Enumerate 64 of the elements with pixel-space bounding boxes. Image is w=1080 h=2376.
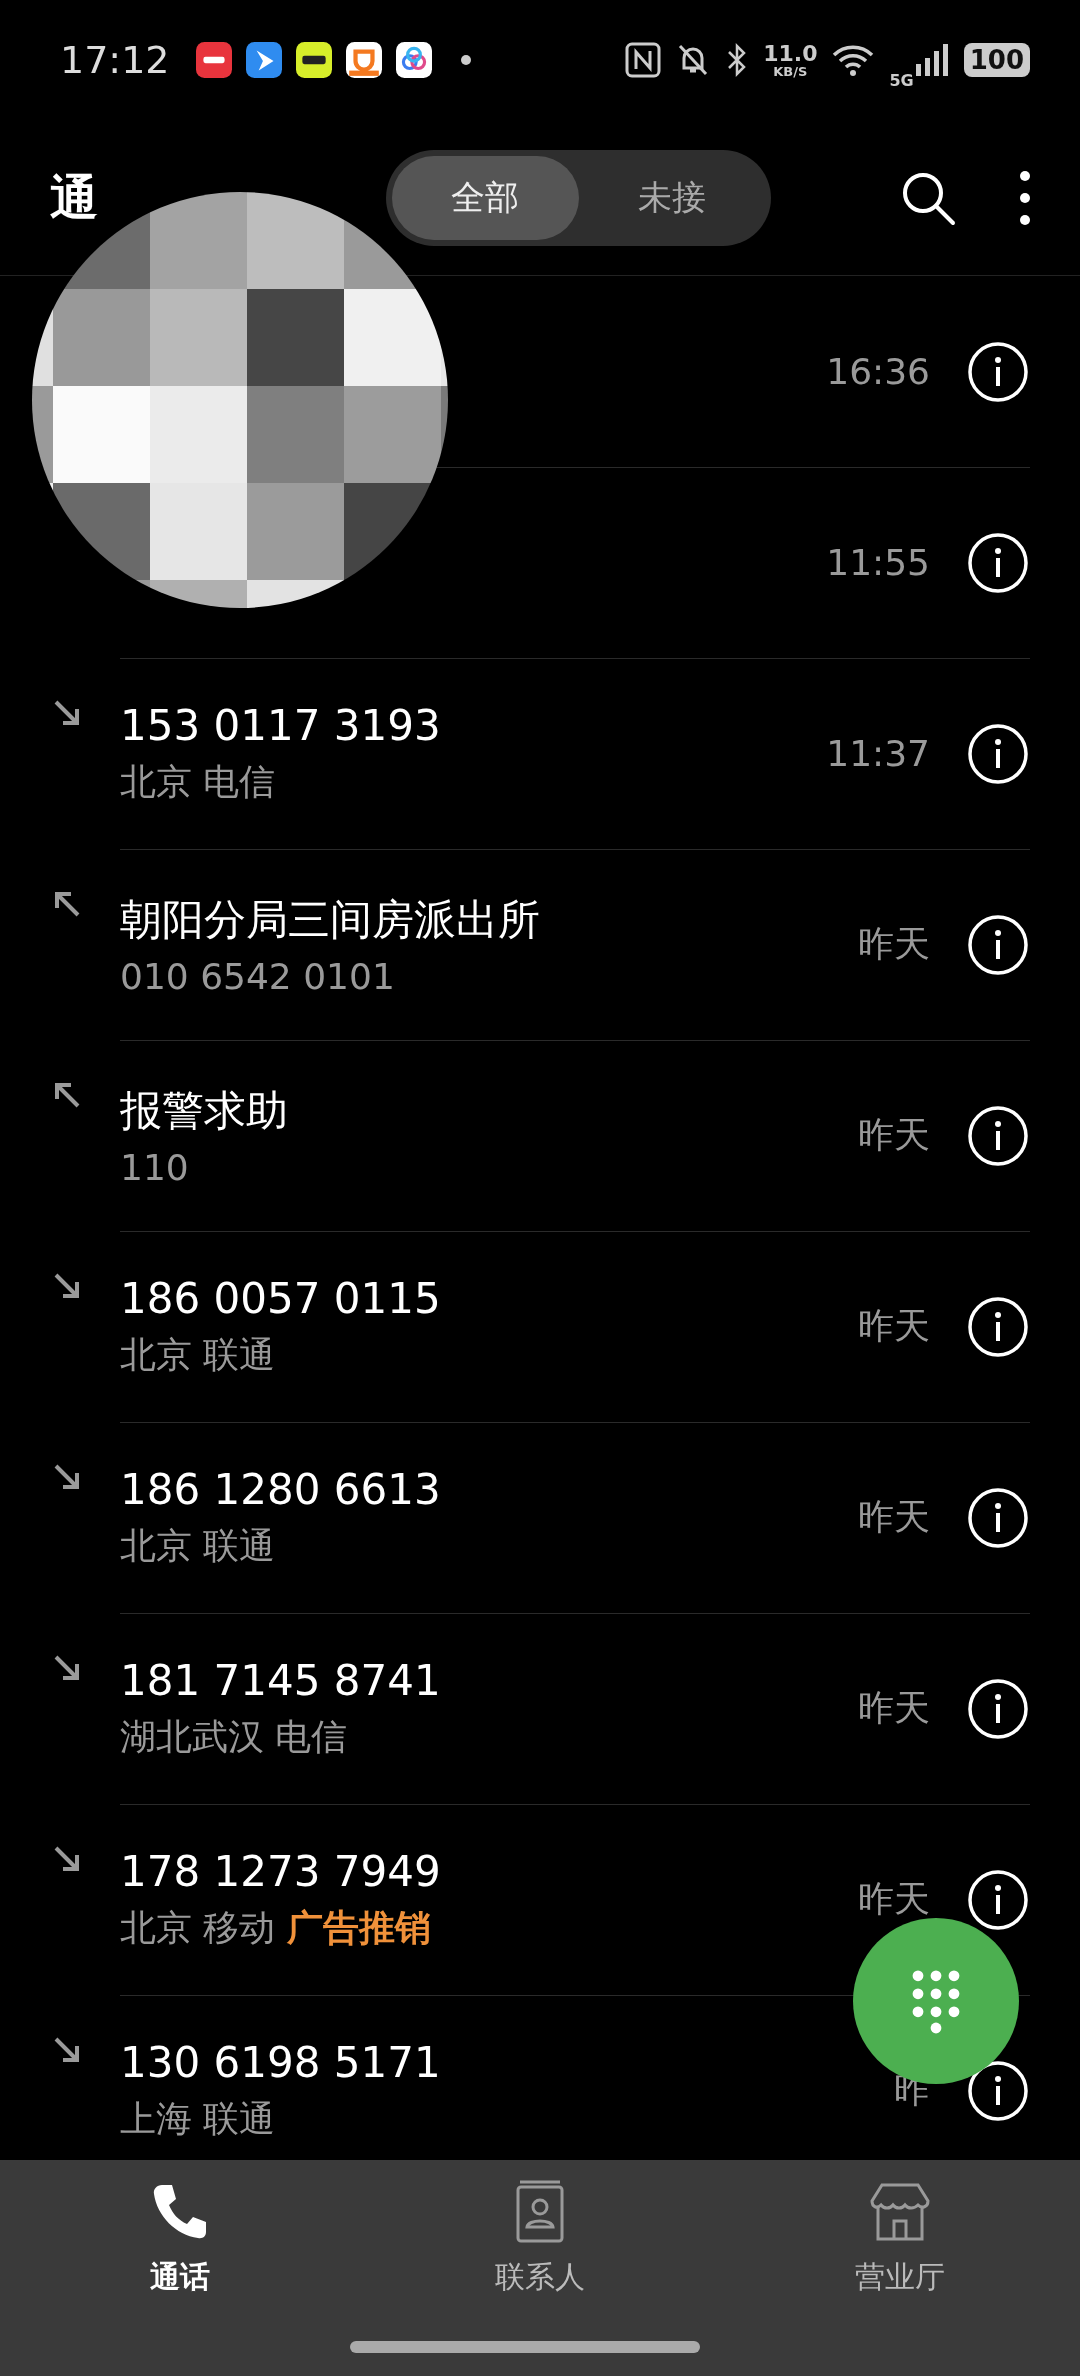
call-time: 11:37 <box>826 733 930 774</box>
outgoing-call-icon <box>52 1080 82 1110</box>
info-icon[interactable] <box>966 1867 1030 1932</box>
call-time: 16:36 <box>826 351 930 392</box>
incoming-call-icon <box>52 1462 82 1492</box>
signal-icon <box>913 42 950 78</box>
info-icon[interactable] <box>966 1294 1030 1359</box>
call-time: 昨天 <box>858 1877 930 1921</box>
caller-detail: 上海 联通 <box>120 2096 276 2141</box>
caller-name: 178 1273 7949 <box>120 1846 442 1896</box>
info-icon[interactable] <box>966 721 1030 786</box>
filter-tab[interactable]: 未接 <box>578 155 765 240</box>
outgoing-call-icon <box>52 889 82 919</box>
app-notification-icon <box>195 42 232 78</box>
caller-name: 181 7145 8741 <box>120 1655 442 1705</box>
call-time: 昨天 <box>858 1304 930 1348</box>
incoming-call-icon <box>52 1844 82 1874</box>
nav-tab[interactable]: 通话 <box>0 2160 360 2316</box>
app-notification-icon <box>295 42 332 78</box>
network-speed: 11.0 <box>763 42 818 65</box>
app-notification-icon <box>245 42 282 78</box>
incoming-call-icon <box>52 698 82 728</box>
caller-detail: 110 <box>120 1147 189 1188</box>
network-type: 5G <box>889 70 914 90</box>
caller-name: 153 0117 3193 <box>120 700 442 750</box>
more-notifications-icon <box>459 54 472 66</box>
nav-tab[interactable]: 营业厅 <box>720 2160 1080 2316</box>
wifi-icon <box>831 42 876 78</box>
caller-detail: 北京 联通 <box>120 1332 276 1377</box>
caller-name: 朝阳分局三间房派出所 <box>120 894 541 946</box>
call-time: 昨天 <box>858 1113 930 1157</box>
filter-tab[interactable]: 全部 <box>392 155 579 240</box>
caller-name: 186 1280 6613 <box>120 1464 442 1514</box>
info-icon[interactable] <box>966 2058 1030 2123</box>
caller-detail: 湖北武汉 电信 <box>120 1714 348 1759</box>
nav-tab[interactable]: 联系人 <box>360 2160 720 2316</box>
status-time: 17:12 <box>60 38 170 82</box>
app-notification-icon <box>345 42 382 78</box>
caller-name: 186 0057 0115 <box>120 1273 442 1323</box>
incoming-call-icon <box>52 2035 82 2065</box>
info-icon[interactable] <box>966 1676 1030 1741</box>
caller-detail: 北京 移动 <box>120 1905 276 1950</box>
info-icon[interactable] <box>966 530 1030 595</box>
incoming-call-icon <box>52 1653 82 1683</box>
app-notification-icon <box>395 42 432 78</box>
battery-indicator: 100 <box>963 43 1030 77</box>
page-title: 通 <box>50 167 99 227</box>
call-time: 昨天 <box>858 922 930 966</box>
caller-name: 报警求助 <box>120 1085 289 1137</box>
caller-name: 130 6198 5171 <box>120 2037 442 2087</box>
info-icon[interactable] <box>966 339 1030 404</box>
incoming-call-icon <box>52 1271 82 1301</box>
caller-detail: 010 6542 0101 <box>120 956 395 997</box>
call-time: 昨天 <box>858 1495 930 1539</box>
spam-label: 广告推销 <box>287 1905 432 1950</box>
caller-detail: 北京 电信 <box>120 759 276 804</box>
network-speed-unit: KB/S <box>773 64 808 78</box>
call-time: 11:55 <box>826 542 930 583</box>
info-icon[interactable] <box>966 1103 1030 1168</box>
info-icon[interactable] <box>966 912 1030 977</box>
call-time: 昨天 <box>858 1686 930 1730</box>
info-icon[interactable] <box>966 1485 1030 1550</box>
caller-detail: 北京 联通 <box>120 1523 276 1568</box>
nfc-icon <box>625 42 662 78</box>
